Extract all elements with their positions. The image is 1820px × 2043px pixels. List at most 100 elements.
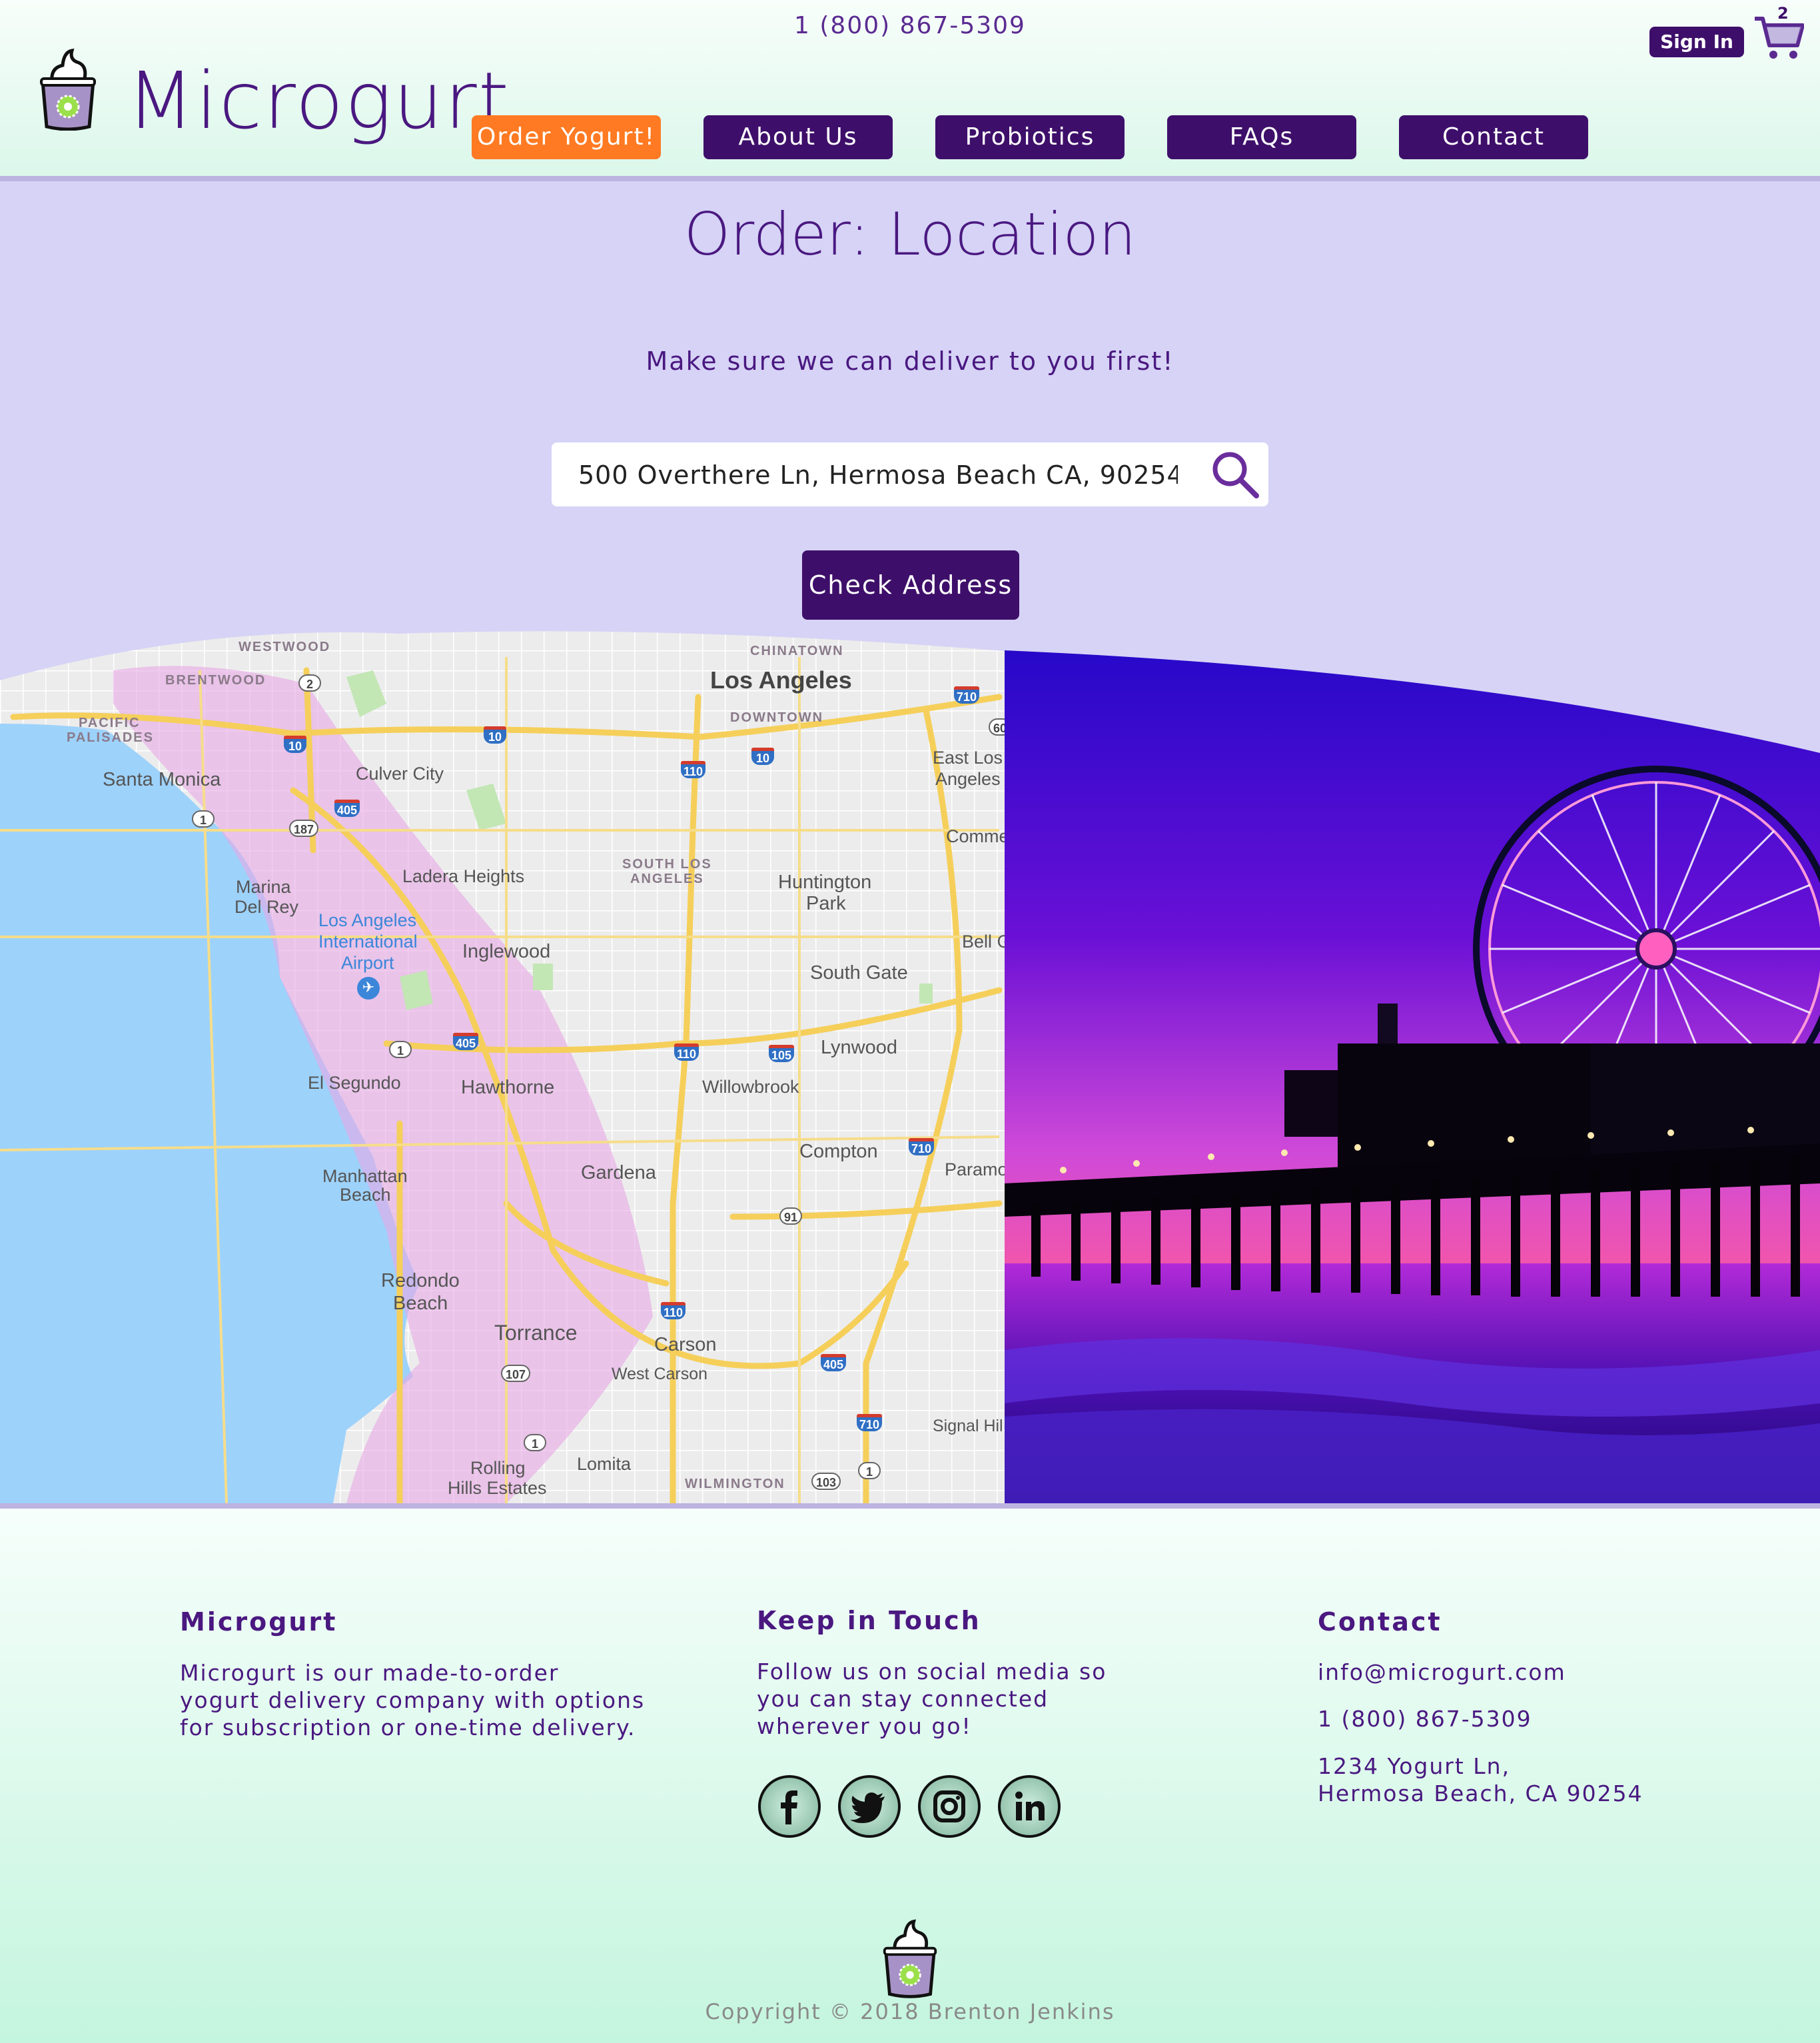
nav-about-us[interactable]: About Us [703,115,893,159]
map-label: Beach [340,1185,391,1205]
map-label: Gardena [581,1162,656,1183]
footer-about-text: Microgurt is our made-to-order yogurt de… [180,1660,646,1740]
interstate-shield: 110 [674,1043,699,1061]
map-label: WESTWOOD [238,640,331,654]
santa-monica-pier-photo [1005,630,1820,1503]
map-label: Hawthorne [461,1077,555,1098]
twitter-icon[interactable] [838,1775,901,1838]
site-footer: Microgurt Microgurt is our made-to-order… [0,1503,1820,2043]
map-label: Compton [799,1141,878,1162]
map-label: East Los [933,748,1003,768]
delivery-map[interactable]: WESTWOOD BRENTWOOD PACIFIC PALISADES CHI… [0,630,1005,1503]
search-icon[interactable] [1211,450,1260,502]
nav-contact[interactable]: Contact [1399,115,1588,159]
interstate-shield: 405 [453,1033,479,1050]
map-label: Torrance [494,1321,578,1345]
route-shield: 1 [192,810,215,828]
map-label: Comme [946,826,1005,846]
route-shield: 1 [858,1462,881,1479]
map-label: Redondo [381,1270,460,1291]
map-label: BRENTWOOD [165,673,266,688]
interstate-shield: 10 [751,748,774,765]
check-address-button[interactable]: Check Address [802,550,1019,620]
interstate-shield: 710 [954,686,980,704]
page-title: Order: Location [683,200,1137,269]
nav-order-yogurt[interactable]: Order Yogurt! [472,115,661,159]
nav-faqs[interactable]: FAQs [1167,115,1356,159]
map-label: SOUTH LOS [622,857,712,872]
map-label: Willowbrook [702,1077,799,1097]
map-label: PACIFIC [79,716,141,730]
airport-pin-icon[interactable]: ✈ [357,977,380,1000]
map-label: Lomita [577,1454,632,1474]
footer-social: Keep in Touch Follow us on social media … [757,1606,1117,1740]
map-label: Paramo [945,1159,1005,1179]
map-label: Manhattan [322,1166,408,1186]
footer-social-title: Keep in Touch [757,1606,981,1635]
route-shield: 60 [989,718,1005,736]
map-label: ANGELES [630,872,704,886]
site-header: 1 (800) 867-5309 Microgurt Sign In 2 Ord… [0,0,1820,181]
footer-contact: Contact info@microgurt.com 1 (800) 867-5… [1318,1607,1691,1807]
map-label: Airport [341,953,394,973]
interstate-shield: 105 [769,1045,795,1062]
map-label: Inglewood [462,941,551,962]
interstate-shield: 110 [661,1302,686,1319]
map-label: Beach [393,1293,448,1314]
map-label: WILMINGTON [685,1477,785,1491]
address-input[interactable] [577,442,1179,508]
route-shield: 2 [298,674,321,692]
footer-contact-title: Contact [1318,1607,1442,1637]
header-phone[interactable]: 1 (800) 867-5309 [0,12,1820,39]
copyright-text: Copyright © 2018 Brenton Jenkins [705,1999,1115,2024]
route-shield: 91 [779,1207,802,1225]
map-label: CHINATOWN [750,644,844,658]
footer-address-line-1: 1234 Yogurt Ln, [1318,1753,1511,1779]
map-label: Carson [654,1334,717,1355]
route-shield: 103 [811,1473,841,1490]
map-label: Signal Hil [933,1417,1003,1435]
footer-social-text: Follow us on social media so you can sta… [757,1659,1107,1739]
map-label: Del Rey [234,897,299,917]
address-search-box [552,442,1268,508]
yogurt-cup-logo-icon[interactable] [881,1918,939,2002]
nav-probiotics[interactable]: Probiotics [935,115,1125,159]
page-subtitle: Make sure we can deliver to you first! [646,346,1174,376]
map-label: Bell G [962,932,1005,952]
map-label: West Carson [612,1365,708,1383]
linkedin-icon[interactable] [998,1775,1061,1838]
map-label: Culver City [356,764,444,784]
route-shield: 187 [289,820,318,837]
route-shield: 1 [389,1041,412,1058]
interstate-shield: 10 [484,726,506,744]
footer-phone[interactable]: 1 (800) 867-5309 [1318,1706,1691,1732]
route-shield: 1 [524,1434,546,1451]
footer-about: Microgurt Microgurt is our made-to-order… [180,1607,646,1741]
interstate-shield: 110 [681,761,706,778]
interstate-shield: 710 [857,1414,883,1431]
map-label: South Gate [810,962,908,984]
footer-address-line-2: Hermosa Beach, CA 90254 [1318,1780,1643,1806]
map-label: Park [806,893,846,914]
brand-name[interactable]: Microgurt [127,55,510,147]
map-label: Ladera Heights [402,866,525,886]
map-label: Lynwood [821,1037,898,1058]
map-label: International [318,932,418,952]
map-label: Huntington [778,872,872,893]
yogurt-cup-logo-icon[interactable] [37,48,99,133]
map-label: Los Angeles [710,666,852,694]
map-label: Rolling [470,1458,526,1478]
shopping-cart-icon[interactable] [1753,15,1805,65]
footer-email[interactable]: info@microgurt.com [1318,1659,1691,1685]
interstate-shield: 10 [284,736,306,753]
map-label: Marina [236,877,291,897]
interstate-shield: 405 [821,1354,847,1371]
interstate-shield: 710 [909,1138,935,1155]
facebook-icon[interactable] [758,1775,821,1838]
interstate-shield: 405 [334,800,360,817]
instagram-icon[interactable] [918,1775,981,1838]
sign-in-button[interactable]: Sign In [1649,27,1744,57]
route-shield: 107 [501,1365,530,1382]
map-label: PALISADES [67,730,154,745]
map-label: El Segundo [308,1073,401,1093]
